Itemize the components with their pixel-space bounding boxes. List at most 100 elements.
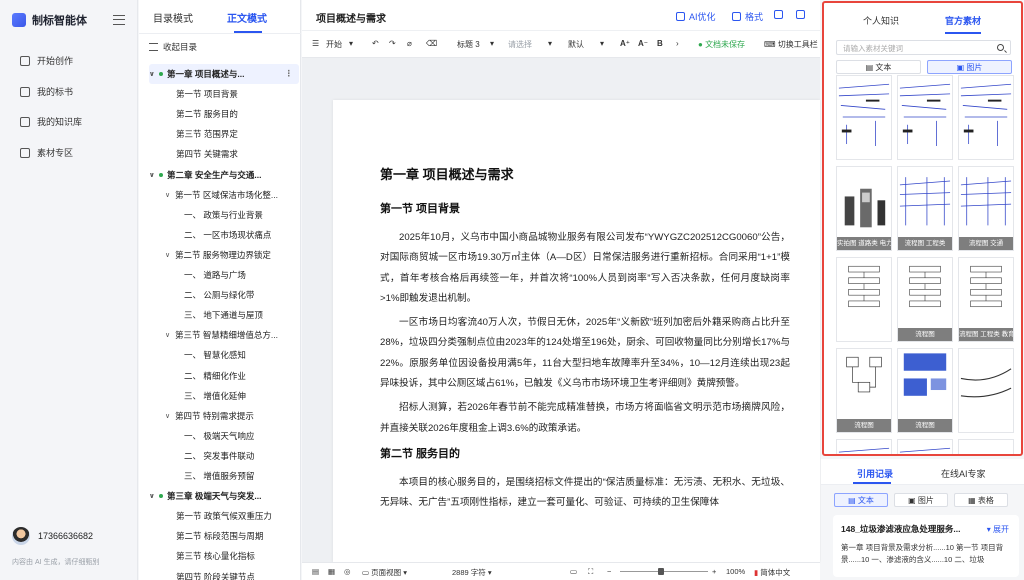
material-thumbnail[interactable] (958, 439, 1014, 454)
format-button[interactable]: 格式 (732, 10, 763, 23)
expand-button[interactable]: ▾ 展开 (987, 524, 1009, 535)
material-thumbnail[interactable] (958, 75, 1014, 160)
font-increase-icon[interactable]: A⁺ (620, 39, 630, 48)
eraser-icon[interactable]: ⌫ (426, 39, 437, 48)
chevron-down-icon[interactable]: ∨ (149, 171, 157, 179)
language-select[interactable]: ▮ 简体中文 (754, 567, 790, 578)
heading-select[interactable]: 标题 3 (457, 39, 480, 50)
page-icon[interactable]: ▤ (312, 567, 319, 576)
start-menu[interactable]: 开始 (326, 39, 342, 50)
nav-item-my-bids[interactable]: 我的标书 (20, 85, 73, 98)
material-thumbnail[interactable]: 流程图 (836, 348, 892, 433)
font-decrease-icon[interactable]: A⁻ (638, 39, 648, 48)
material-thumbnail[interactable]: 流程图 (897, 257, 953, 342)
tab-outline-mode[interactable]: 目录模式 (153, 10, 193, 25)
outline-item[interactable]: ∨ 第一节 区域保洁市场化整... (165, 185, 315, 205)
editor-toolbar: ☰ 开始 ▾ ↶ ↷ ⌀ ⌫ 标题 3 ▾ 请选择 ▾ 默认 ▾ A⁺ A⁻ B… (302, 30, 820, 58)
globe-icon[interactable]: ◎ (344, 567, 351, 576)
tab-citation-records[interactable]: 引用记录 (857, 467, 893, 480)
ref-filter-table[interactable]: ▦ 表格 (954, 493, 1008, 507)
chevron-down-icon[interactable]: ∨ (165, 251, 173, 259)
paragraph: 2025年10月，义乌市中国小商品城物业服务有限公司发布“YWYGZC20251… (380, 232, 790, 304)
material-search-input[interactable]: 请输入素材关键词 (836, 40, 1011, 55)
more-icon[interactable]: ⋮ (285, 68, 294, 79)
zoom-out-icon[interactable]: − (607, 567, 611, 576)
reference-card[interactable]: 148_垃圾渗滤液应急处理服务... ▾ 展开 第一章 项目背景及需求分析...… (833, 515, 1019, 577)
brand-logo-icon (12, 13, 26, 27)
material-thumbnail[interactable]: 交通 建筑 (897, 439, 953, 454)
outline-item[interactable]: ∨ 第三章 极端天气与突发... (149, 486, 299, 506)
material-thumbnail[interactable] (897, 75, 953, 160)
outline-item[interactable]: ∨ 第一章 项目概述与... ⋮ (149, 64, 299, 84)
material-thumbnail[interactable]: 流程图 交通 (958, 166, 1014, 251)
chevron-down-icon[interactable]: ∨ (149, 70, 157, 78)
format-icon (732, 12, 741, 21)
chevron-right-icon[interactable]: › (676, 39, 679, 48)
chevron-down-icon[interactable]: ∨ (165, 331, 173, 339)
material-thumbnail[interactable] (958, 348, 1014, 433)
char-count[interactable]: 2889 字符 ▾ (452, 567, 492, 578)
nav-item-materials[interactable]: 素材专区 (20, 146, 73, 159)
undo-icon[interactable]: ↶ (372, 39, 379, 48)
material-thumbnail[interactable]: 流程图 (897, 348, 953, 433)
search-icon[interactable] (997, 44, 1004, 51)
material-thumbnail[interactable]: 实拍图 道路类 电力 通信 (836, 166, 892, 251)
ref-filter-text[interactable]: ▤ 文本 (834, 493, 888, 507)
zoom-in-icon[interactable]: + (712, 567, 716, 576)
ai-optimize-button[interactable]: AI优化 (676, 10, 716, 23)
document-body[interactable]: 第一章 项目概述与需求 第一节 项目背景 2025年10月，义乌市中国小商品城物… (380, 164, 790, 518)
list-icon (149, 43, 158, 51)
material-thumbnail[interactable] (836, 439, 892, 454)
tab-body-mode[interactable]: 正文模式 (227, 10, 267, 25)
toggle-toolbar-button[interactable]: ⌨ 切换工具栏 (764, 39, 818, 50)
nav-item-start[interactable]: 开始创作 (20, 54, 73, 67)
filter-image[interactable]: ▣ 图片 (927, 60, 1012, 74)
view-select[interactable]: ▭ 页面视图 ▾ (362, 567, 407, 578)
fullscreen-icon[interactable]: ⛶ (588, 567, 593, 577)
material-thumbnail[interactable]: 流程图 工程类 教育 (958, 257, 1014, 342)
user-profile[interactable]: 17366636682 (12, 527, 93, 545)
brand[interactable]: 制标智能体 (12, 12, 87, 28)
outline-item[interactable]: ∨ 第二节 服务物理边界锁定 (165, 245, 315, 265)
collapse-nav-icon[interactable] (113, 15, 125, 25)
nav-item-knowledge[interactable]: 我的知识库 (20, 115, 82, 128)
chevron-down-icon[interactable]: ∨ (165, 191, 173, 199)
tab-online-ai-expert[interactable]: 在线AI专家 (941, 467, 986, 480)
zoom-slider-handle[interactable] (658, 568, 664, 575)
chevron-down-icon: ▾ (548, 39, 553, 48)
style-select[interactable]: 请选择 (508, 39, 532, 50)
outline-item-label: 第三章 极端天气与突发... (167, 491, 262, 502)
export-button[interactable] (774, 10, 783, 19)
format-painter-icon[interactable]: ⌀ (407, 39, 412, 48)
material-thumbnail[interactable] (836, 75, 892, 160)
zoom-level[interactable]: 100% (726, 567, 745, 576)
document-page[interactable]: 第一章 项目概述与需求 第一节 项目背景 2025年10月，义乌市中国小商品城物… (333, 100, 820, 562)
grid-icon[interactable]: ▦ (328, 567, 335, 576)
bold-icon[interactable]: B (657, 39, 663, 48)
menu-icon[interactable]: ☰ (312, 39, 319, 48)
redo-icon[interactable]: ↷ (389, 39, 396, 48)
right-panel: 个人知识 官方素材 请输入素材关键词 ▤ 文本 ▣ 图片 实拍图 道路类 电力 … (821, 0, 1024, 580)
chevron-down-icon[interactable]: ∨ (165, 412, 173, 420)
save-button[interactable] (796, 10, 805, 19)
chevron-down-icon[interactable]: ∨ (149, 492, 157, 500)
outline-item[interactable]: ∨ 第三节 智慧精细增值总方... (165, 325, 315, 345)
paragraph: 招标人测算，若2026年春节前不能完成精准替换，市场方将面临省文明示范市场摘牌风… (380, 402, 790, 434)
font-select[interactable]: 默认 (568, 39, 584, 50)
filter-text[interactable]: ▤ 文本 (836, 60, 921, 74)
ref-filter-image[interactable]: ▣ 图片 (894, 493, 948, 507)
outline-item[interactable]: ∨ 第二章 安全生产与交通... (149, 165, 299, 185)
outline-item[interactable]: ∨ 第四节 特别需求提示 (165, 406, 315, 426)
left-nav: 制标智能体 开始创作 我的标书 我的知识库 素材专区 17366636682 内… (0, 0, 138, 580)
avatar (12, 527, 30, 545)
material-thumbnail[interactable] (836, 257, 892, 342)
outline-item-label: 第四节 阶段关键节点 (176, 571, 255, 580)
fit-screen-icon[interactable]: ▭ (570, 567, 577, 576)
zoom-slider[interactable] (620, 571, 708, 572)
tab-personal-knowledge[interactable]: 个人知识 (863, 14, 899, 27)
material-thumbnail[interactable]: 流程图 工程类 (897, 166, 953, 251)
pen-icon (20, 55, 30, 66)
tab-official-materials[interactable]: 官方素材 (945, 14, 981, 27)
thumbnail-caption: 流程图 (898, 419, 952, 432)
collapse-outline-button[interactable]: 收起目录 (149, 41, 197, 53)
